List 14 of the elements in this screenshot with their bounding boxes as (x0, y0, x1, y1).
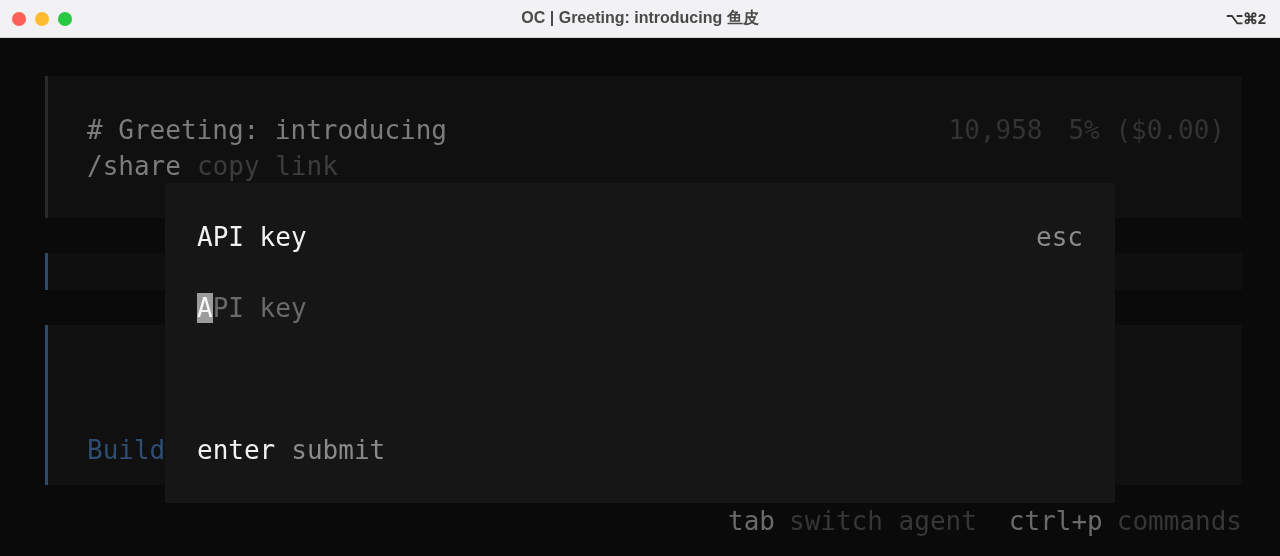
hint-key: tab (728, 503, 775, 539)
minimize-button[interactable] (35, 11, 49, 26)
command-key: /share (87, 148, 181, 184)
close-button[interactable] (12, 11, 26, 26)
submit-key: enter (197, 432, 276, 468)
session-title: # Greeting: introducing (87, 114, 448, 147)
zoom-button[interactable] (58, 11, 72, 26)
agent-label: Build (87, 435, 166, 465)
hint-key: ctrl+p (1008, 503, 1103, 539)
submit-label: submit (291, 434, 386, 467)
dialog-title: API key (197, 221, 307, 254)
esc-hint[interactable]: esc (1036, 219, 1083, 255)
shortcut-label: ⌥⌘2 (1225, 9, 1267, 28)
window-title: OC | Greeting: introducing 鱼皮 (521, 8, 759, 28)
